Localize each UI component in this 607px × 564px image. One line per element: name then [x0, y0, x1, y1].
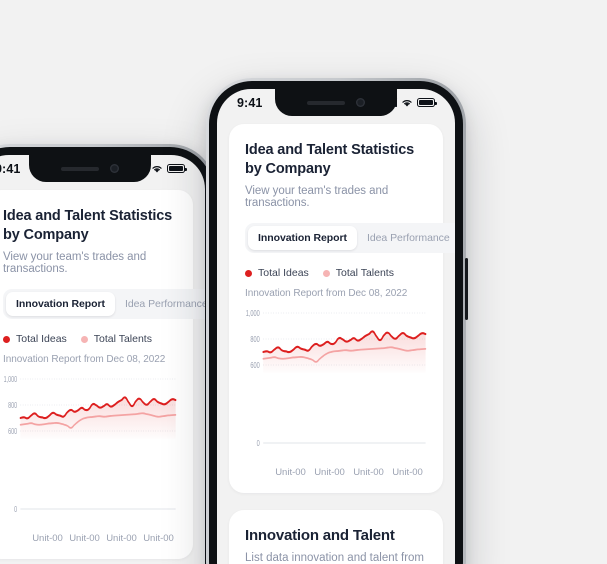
chart-x-axis-front: Unit-00 Unit-00 Unit-00 Unit-00	[245, 467, 427, 478]
y-tick-label-0: 0	[14, 506, 17, 514]
legend-dot-total-talents-back	[80, 335, 88, 343]
x-tick-label-2: Unit-00	[106, 533, 137, 545]
status-time-front: 9:41	[237, 95, 263, 110]
line-chart-front[interactable]: 0 600 800 1,000	[245, 307, 427, 465]
y-tick-label-800: 800	[8, 402, 17, 410]
x-tick-label-3: Unit-00	[143, 533, 174, 545]
chart-legend-front: Total Ideas Total Talents	[245, 267, 427, 279]
x-tick-label-1: Unit-00	[314, 467, 345, 479]
status-time-back: 9:41	[0, 161, 21, 176]
app-content-back: Idea and Talent Statistics by Company Vi…	[0, 182, 205, 564]
y-tick-label-600: 600	[250, 362, 259, 370]
legend-label-total-talents-front: Total Talents	[335, 267, 394, 280]
x-tick-label-0: Unit-00	[32, 533, 63, 545]
stats-card-subtitle-back: View your team's trades and transactions…	[3, 251, 147, 276]
line-chart-svg-front: 0 600 800 1,000	[246, 310, 427, 449]
line-chart-back[interactable]: 0 600 800 1,000	[3, 373, 177, 531]
wifi-icon	[152, 165, 162, 172]
line-chart-svg-back: 0 600 800 1,000	[4, 376, 177, 515]
power-button-front[interactable]	[465, 258, 468, 320]
stats-card-title-front: Idea and Talent Statistics by Company	[245, 141, 427, 179]
x-tick-label-2: Unit-00	[353, 467, 384, 479]
report-tabs-back: Innovation Report Idea Performance	[3, 289, 205, 320]
chart-caption-front: Innovation Report from Dec 08, 2022	[245, 288, 408, 300]
x-tick-label-3: Unit-00	[392, 467, 423, 479]
wifi-icon	[402, 99, 412, 106]
legend-item-total-ideas-front[interactable]: Total Ideas	[245, 267, 309, 279]
chart-legend-back: Total Ideas Total Talents	[3, 333, 177, 345]
legend-label-total-ideas-back: Total Ideas	[16, 333, 67, 346]
legend-label-total-talents-back: Total Talents	[93, 333, 152, 346]
legend-dot-total-ideas-front	[245, 269, 252, 277]
list-card-title-front: Innovation and Talent	[245, 527, 395, 545]
tab-innovation-report-front[interactable]: Innovation Report	[248, 226, 357, 251]
legend-label-total-ideas-front: Total Ideas	[258, 267, 309, 280]
y-tick-label-800: 800	[250, 336, 259, 344]
x-tick-label-1: Unit-00	[69, 533, 100, 545]
battery-icon	[417, 98, 437, 107]
stats-title-line2-front: by Company	[245, 161, 331, 178]
screenshot-stage: 9:41 Idea and Talent Statistics by Compa	[0, 0, 607, 564]
earpiece-speaker-icon	[61, 166, 99, 171]
chart-caption-back: Innovation Report from Dec 08, 2022	[3, 354, 166, 366]
legend-dot-total-ideas-back	[3, 335, 10, 343]
phone-device-back: 9:41 Idea and Talent Statistics by Compa	[0, 144, 216, 564]
x-tick-label-0: Unit-00	[275, 467, 306, 479]
legend-item-total-talents-front[interactable]: Total Talents	[322, 267, 394, 280]
legend-dot-total-talents-front	[322, 269, 330, 277]
report-tabs-front: Innovation Report Idea Performance	[245, 223, 455, 254]
y-tick-label-0: 0	[257, 440, 260, 448]
stats-title-line1-front: Idea and Talent Statistics	[245, 142, 415, 158]
stats-card-subtitle-front: View your team's trades and transactions…	[245, 185, 389, 210]
y-tick-label-1000: 1,000	[246, 310, 260, 318]
stats-title-line2-back: by Company	[3, 227, 89, 244]
y-tick-label-600: 600	[8, 428, 17, 436]
phone-screen-back: 9:41 Idea and Talent Statistics by Compa	[0, 155, 205, 564]
earpiece-speaker-icon	[307, 100, 345, 105]
phone-device-front: 9:41 Idea and Talent Statistics by Compa	[206, 78, 468, 564]
tab-idea-performance-back[interactable]: Idea Performance	[115, 292, 205, 316]
tab-innovation-report-back[interactable]: Innovation Report	[6, 292, 115, 317]
stats-card-front: Idea and Talent Statistics by Company Vi…	[229, 124, 455, 494]
phone-screen-front: 9:41 Idea and Talent Statistics by Compa	[217, 89, 455, 564]
front-camera-icon	[110, 164, 119, 173]
list-card-subtitle-front: List data innovation and talent from all	[245, 552, 425, 564]
front-camera-icon	[356, 98, 365, 107]
chart-x-axis-back: Unit-00 Unit-00 Unit-00 Unit-00	[3, 533, 177, 544]
phone-notch-back	[29, 155, 151, 182]
stats-card-back: Idea and Talent Statistics by Company Vi…	[0, 190, 205, 560]
stats-title-line1-back: Idea and Talent Statistics	[3, 208, 173, 224]
y-tick-label-1000: 1,000	[4, 376, 18, 384]
battery-icon	[167, 164, 187, 173]
legend-item-total-talents-back[interactable]: Total Talents	[80, 333, 152, 346]
list-card-front: Innovation and Talent List data innovati…	[229, 510, 443, 564]
stats-card-title-back: Idea and Talent Statistics by Company	[3, 207, 177, 245]
tab-idea-performance-front[interactable]: Idea Performance	[357, 226, 455, 250]
legend-item-total-ideas-back[interactable]: Total Ideas	[3, 333, 67, 345]
app-content-front: Idea and Talent Statistics by Company Vi…	[217, 116, 455, 564]
phone-notch-front	[275, 89, 397, 116]
